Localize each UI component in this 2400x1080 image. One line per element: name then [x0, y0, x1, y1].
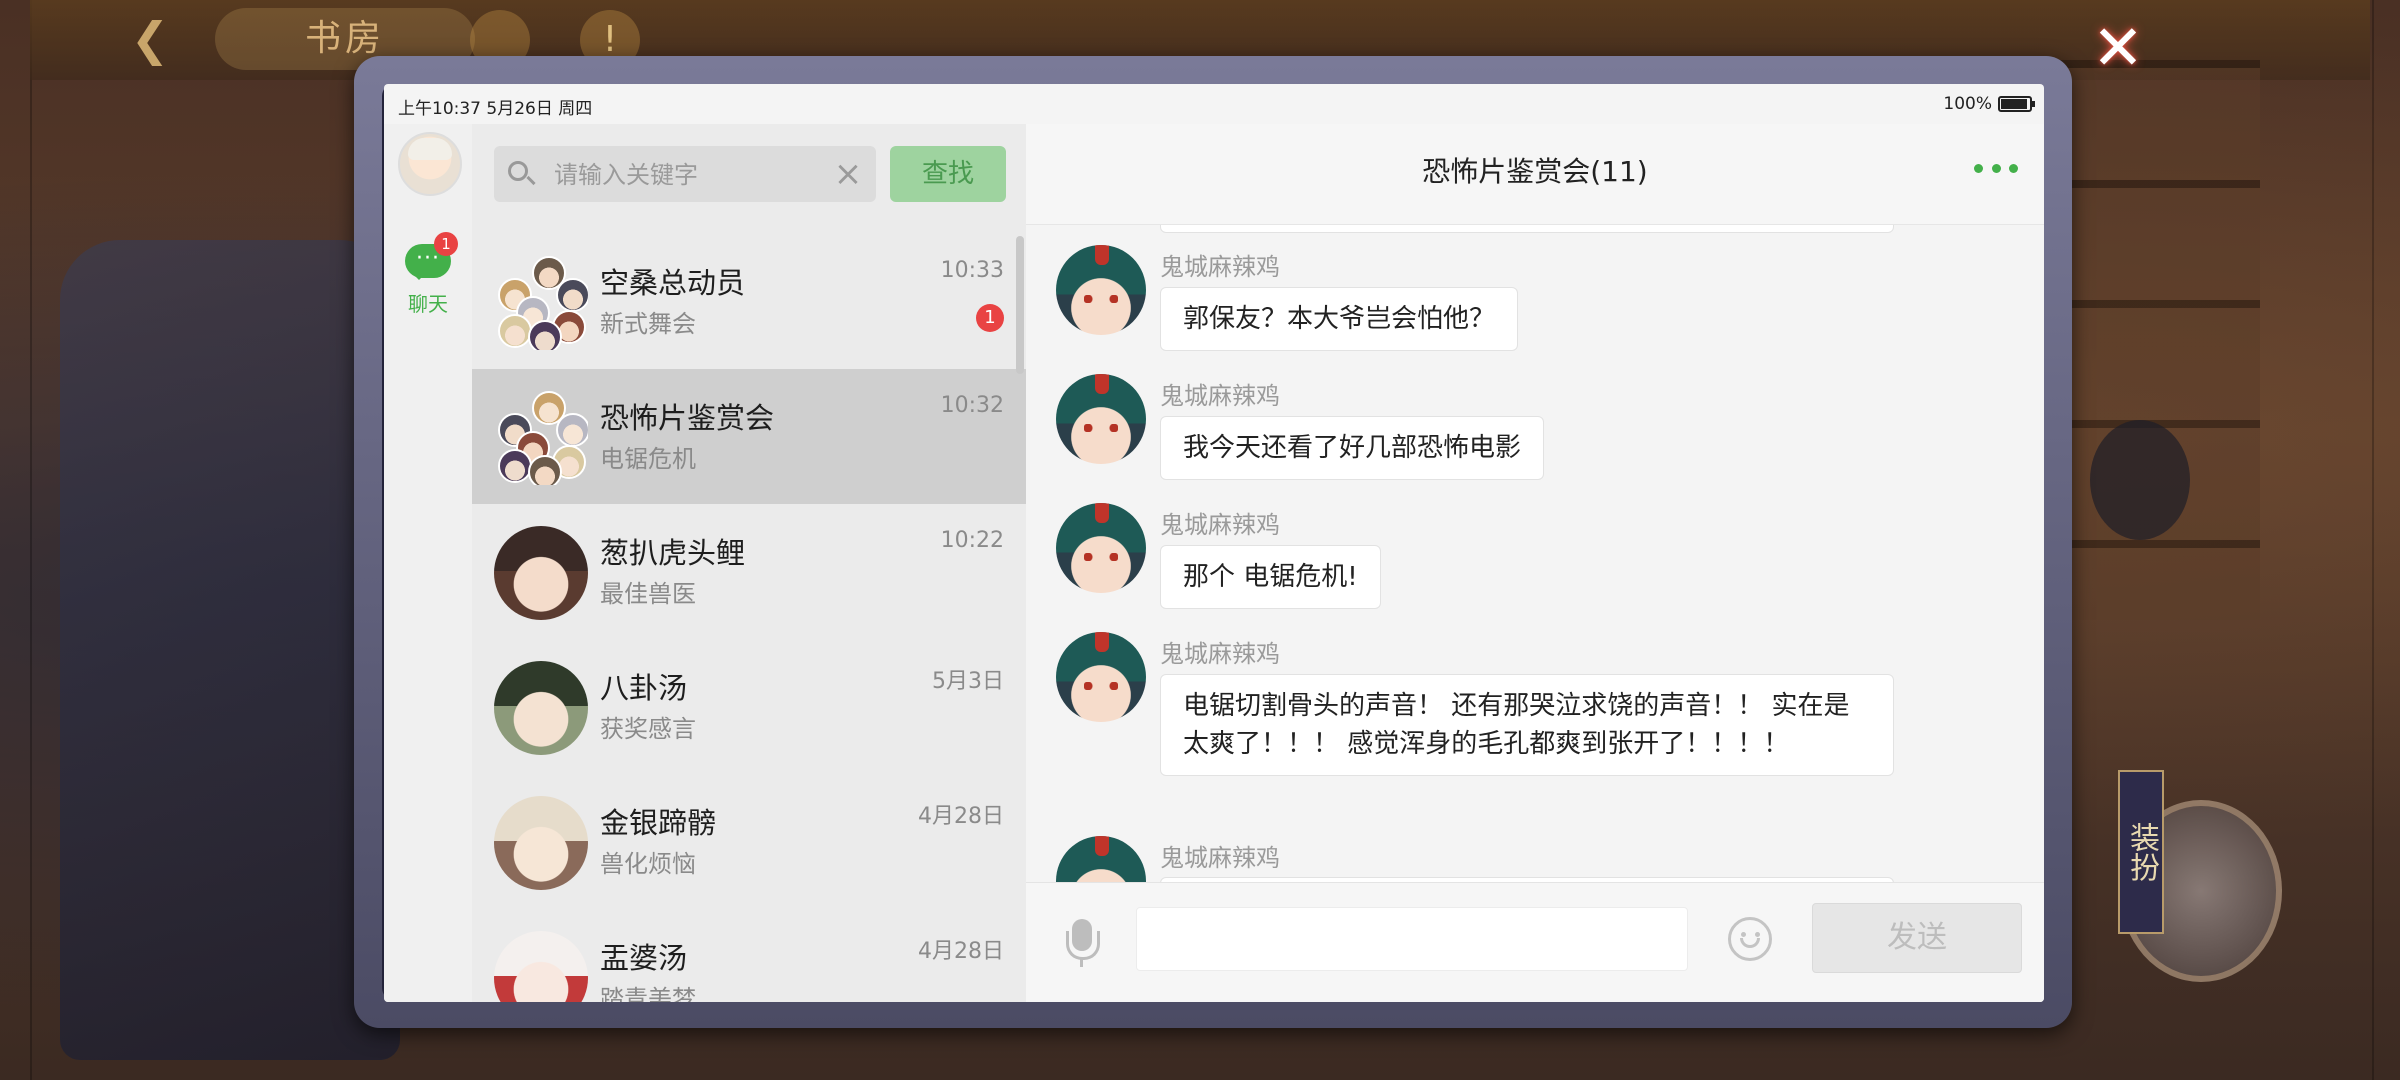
message-bubble: 郭保友？本大爷岂会怕他？ [1160, 287, 1519, 351]
message-list[interactable]: 鬼城麻辣鸡 郭保友？本大爷岂会怕他？ 鬼城麻辣鸡 我今天还看了好几部恐怖电影 鬼城麻辣鸡… [1026, 225, 2044, 883]
my-avatar[interactable] [398, 132, 462, 196]
avatar [494, 931, 588, 1002]
member-face [556, 413, 588, 447]
lamp-decoration [2090, 420, 2190, 540]
group-avatar [494, 256, 588, 350]
conversation-preview: 电锯危机 [600, 445, 696, 473]
message-bubble: 那个 电锯危机! [1160, 545, 1381, 609]
status-battery: 100% [1943, 94, 2035, 114]
sender-avatar[interactable] [1056, 632, 1146, 722]
unread-badge: 1 [976, 304, 1004, 332]
conversation-time: 10:33 [940, 258, 1004, 283]
message-bubble-partial [1160, 225, 1894, 233]
member-face [528, 455, 562, 485]
conversation-item[interactable]: 盂婆汤踏青美梦 4月28日 [472, 909, 1026, 1002]
conversation-preview: 新式舞会 [600, 310, 696, 338]
group-avatar [494, 391, 588, 485]
input-bar: 发送 [1026, 882, 2044, 1002]
avatar [494, 796, 588, 890]
conversation-name: 空桑总动员 [600, 266, 746, 300]
avatar [494, 661, 588, 755]
battery-icon [1998, 96, 2035, 112]
message-input[interactable] [1136, 907, 1688, 971]
conversation-time: 10:32 [940, 393, 1004, 418]
conversation-item[interactable]: 恐怖片鉴赏会电锯危机 10:32 [472, 369, 1026, 504]
status-time: 上午10:37 [398, 99, 481, 119]
search-row: × 查找 [472, 124, 1026, 224]
member-face [556, 278, 588, 312]
sender-avatar[interactable] [1056, 836, 1146, 883]
conversation-name: 八卦汤 [600, 671, 688, 705]
conversation-item[interactable]: 八卦汤获奖感言 5月3日 [472, 639, 1026, 774]
send-button[interactable]: 发送 [1812, 903, 2022, 973]
message-bubble: 我今天还看了好几部恐怖电影 [1160, 416, 1545, 480]
member-face [498, 449, 532, 483]
conversation-name: 恐怖片鉴赏会 [600, 401, 775, 435]
avatar [494, 526, 588, 620]
conversation-preview: 踏青美梦 [600, 985, 696, 1002]
dress-up-label[interactable]: 装扮 [2118, 770, 2164, 934]
tablet-screen: 上午10:37 5月26日 周四 100% ··· 聊天 1 × 查找 空桑总动… [384, 84, 2044, 1002]
conversation-item[interactable]: 空桑总动员新式舞会 10:33 1 [472, 234, 1026, 369]
chat-header: 恐怖片鉴赏会(11) [1026, 124, 2044, 225]
list-scrollbar[interactable] [1016, 236, 1024, 374]
status-bar: 上午10:37 5月26日 周四 100% [384, 84, 2044, 124]
back-arrow-icon[interactable]: ❮ [120, 12, 180, 66]
microphone-icon[interactable] [1064, 919, 1100, 969]
conversation-list: 空桑总动员新式舞会 10:33 1 恐怖片鉴赏会电锯危机 10:32 葱扒虎头鲤最佳兽医 1… [472, 234, 1026, 1002]
bookshelf-decoration [2060, 60, 2260, 620]
conversation-item[interactable]: 葱扒虎头鲤最佳兽医 10:22 [472, 504, 1026, 639]
sender-avatar[interactable] [1056, 503, 1146, 593]
more-icon[interactable] [1974, 164, 2018, 178]
conversation-time: 4月28日 [918, 939, 1004, 964]
search-box[interactable]: × [494, 146, 876, 202]
sender-name: 鬼城麻辣鸡 [1160, 511, 1280, 539]
chat-pane: 恐怖片鉴赏会(11) 鬼城麻辣鸡 郭保友？本大爷岂会怕他？ 鬼城麻辣鸡 我今天还看了好… [1026, 124, 2044, 1002]
conversation-preview: 获奖感言 [600, 715, 696, 743]
conversation-time: 5月3日 [932, 669, 1004, 694]
conversation-name: 葱扒虎头鲤 [600, 536, 746, 570]
member-face [528, 320, 562, 350]
conversation-time: 10:22 [940, 528, 1004, 553]
emoji-icon[interactable] [1728, 917, 1772, 961]
nav-chat-badge: 1 [434, 232, 458, 256]
member-face [498, 314, 532, 348]
character-figure [60, 240, 400, 1060]
sender-name: 鬼城麻辣鸡 [1160, 253, 1280, 281]
sender-avatar[interactable] [1056, 245, 1146, 335]
status-datetime: 上午10:37 5月26日 周四 [398, 94, 592, 119]
message-bubble: 电锯切割骨头的声音！ 还有那哭泣求饶的声音！！ 实在是太爽了！！！ 感觉浑身的毛… [1160, 674, 1894, 776]
nav-chat-label: 聊天 [408, 292, 448, 316]
battery-fill [2001, 99, 2027, 109]
search-input[interactable] [552, 154, 816, 196]
sender-name: 鬼城麻辣鸡 [1160, 382, 1280, 410]
sender-avatar[interactable] [1056, 374, 1146, 464]
close-icon[interactable]: ✕ [2088, 17, 2148, 80]
conversation-item[interactable]: 金银蹄髈兽化烦恼 4月28日 [472, 774, 1026, 909]
search-icon [508, 161, 528, 181]
battery-percent: 100% [1943, 94, 1992, 114]
conversation-name: 盂婆汤 [600, 941, 688, 975]
status-date: 5月26日 [486, 99, 553, 119]
conversation-name: 金银蹄髈 [600, 806, 717, 840]
conversation-time: 4月28日 [918, 804, 1004, 829]
sender-name: 鬼城麻辣鸡 [1160, 844, 1280, 872]
sender-name: 鬼城麻辣鸡 [1160, 640, 1280, 668]
status-weekday: 周四 [558, 99, 593, 119]
conversation-preview: 兽化烦恼 [600, 850, 696, 878]
search-button[interactable]: 查找 [890, 146, 1006, 202]
conversation-pane: × 查找 空桑总动员新式舞会 10:33 1 恐怖片鉴赏会电锯危机 10:32 葱扒虎头鲤… [472, 124, 1026, 1002]
clear-icon[interactable]: × [830, 156, 866, 192]
chat-title: 恐怖片鉴赏会(11) [1422, 155, 1648, 188]
conversation-preview: 最佳兽医 [600, 580, 696, 608]
